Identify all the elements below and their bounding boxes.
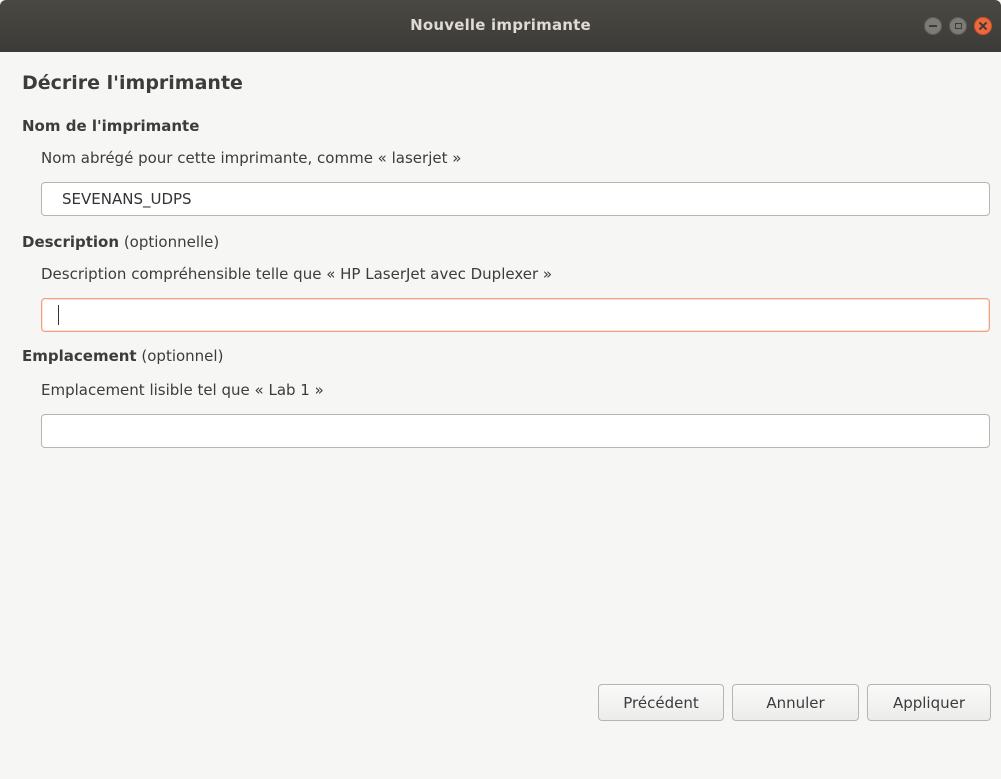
printer-name-input[interactable] xyxy=(41,182,990,216)
location-label: Emplacement (optionnel) xyxy=(22,347,223,365)
title-bar[interactable]: Nouvelle imprimante xyxy=(0,0,1001,52)
new-printer-window: Nouvelle imprimante Décrire l'imprimante… xyxy=(0,0,1001,779)
dialog-content: Décrire l'imprimante Nom de l'imprimante… xyxy=(0,52,1001,779)
close-button[interactable] xyxy=(974,17,992,35)
location-input[interactable] xyxy=(41,414,990,448)
minimize-icon xyxy=(929,22,937,30)
description-optional-text: (optionnelle) xyxy=(123,233,220,251)
previous-button[interactable]: Précédent xyxy=(598,684,724,721)
printer-name-label-text: Nom de l'imprimante xyxy=(22,117,200,135)
description-label-text: Description xyxy=(22,233,120,251)
location-optional-text: (optionnel) xyxy=(141,347,224,365)
maximize-icon xyxy=(954,23,962,29)
text-caret xyxy=(58,305,59,325)
description-input[interactable] xyxy=(41,298,990,332)
cancel-button[interactable]: Annuler xyxy=(732,684,859,721)
maximize-button[interactable] xyxy=(949,17,967,35)
window-title: Nouvelle imprimante xyxy=(410,16,591,34)
location-hint: Emplacement lisible tel que « Lab 1 » xyxy=(41,381,324,399)
close-icon xyxy=(979,22,987,30)
location-label-text: Emplacement xyxy=(22,347,137,365)
printer-name-label: Nom de l'imprimante xyxy=(22,117,199,135)
description-label: Description (optionnelle) xyxy=(22,233,219,251)
minimize-button[interactable] xyxy=(924,17,942,35)
printer-name-hint: Nom abrégé pour cette imprimante, comme … xyxy=(41,149,462,167)
apply-button[interactable]: Appliquer xyxy=(867,684,991,721)
page-title: Décrire l'imprimante xyxy=(22,72,243,94)
description-hint: Description compréhensible telle que « H… xyxy=(41,265,553,283)
